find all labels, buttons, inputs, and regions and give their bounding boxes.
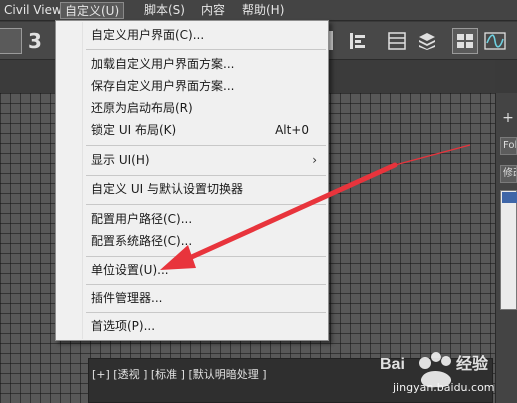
menu-separator [86, 312, 326, 313]
menu-item-save-ui-scheme[interactable]: 保存自定义用户界面方案... [57, 75, 327, 97]
menu-item-configure-system-paths[interactable]: 配置系统路径(C)... [57, 230, 327, 252]
ribbon-toggle-icon[interactable] [452, 28, 478, 54]
watermark-url: jingyan.baidu.com [393, 381, 495, 394]
menu-item-label: 单位设置(U)... [91, 263, 169, 277]
menu-scripting[interactable]: 脚本(S) [140, 2, 189, 19]
menu-item-label: 加载自定义用户界面方案... [91, 57, 235, 71]
select-tool-icon[interactable] [0, 28, 22, 54]
curve-editor-icon[interactable] [482, 28, 508, 54]
menu-item-label: 锁定 UI 布局(K) [91, 123, 177, 137]
menu-help[interactable]: 帮助(H) [238, 2, 288, 19]
menu-item-plugin-manager[interactable]: 插件管理器... [57, 287, 327, 309]
menu-separator [86, 175, 326, 176]
submenu-arrow-icon: › [312, 153, 317, 167]
menu-item-lock-ui-layout[interactable]: 锁定 UI 布局(K) Alt+0 [57, 119, 327, 141]
svg-text:Bai: Bai [380, 356, 405, 373]
menu-item-label: 显示 UI(H) [91, 153, 150, 167]
command-panel-tab-2[interactable]: 修改 [500, 165, 517, 183]
menu-item-show-ui[interactable]: 显示 UI(H) › [57, 149, 327, 171]
menu-item-customize-ui[interactable]: 自定义用户界面(C)... [57, 24, 327, 46]
menu-item-label: 保存自定义用户界面方案... [91, 79, 235, 93]
menu-item-label: 配置系统路径(C)... [91, 234, 193, 248]
menu-bar: Civil View 自定义(U) 脚本(S) 内容 帮助(H) [0, 0, 517, 21]
menu-item-units-setup[interactable]: 单位设置(U)... [57, 259, 327, 281]
menu-item-label: 还原为启动布局(R) [91, 101, 193, 115]
menu-item-shortcut: Alt+0 [275, 123, 309, 137]
menu-item-label: 配置用户路径(C)... [91, 212, 193, 226]
scene-explorer-icon[interactable] [414, 28, 440, 54]
customize-menu-dropdown: 自定义用户界面(C)... 加载自定义用户界面方案... 保存自定义用户界面方案… [55, 20, 329, 341]
menu-separator [86, 284, 326, 285]
menu-item-label: 首选项(P)... [91, 319, 156, 333]
modifier-list[interactable] [500, 190, 517, 310]
menu-item-revert-startup-layout[interactable]: 还原为启动布局(R) [57, 97, 327, 119]
menu-item-preferences[interactable]: 首选项(P)... [57, 315, 327, 337]
menu-content[interactable]: 内容 [197, 2, 229, 19]
snap-toggle-icon[interactable]: 3 [22, 28, 48, 54]
create-tab-icon[interactable]: + [500, 110, 516, 128]
viewport-label[interactable]: [+] [透视 ] [标准 ] [默认明暗处理 ] [92, 366, 267, 382]
menu-customize[interactable]: 自定义(U) [60, 2, 125, 19]
snap-toggle-label: 3 [28, 29, 42, 53]
svg-text:经验: 经验 [456, 354, 489, 373]
menu-separator [86, 204, 326, 205]
align-icon[interactable] [345, 28, 371, 54]
modifier-list-selection [502, 192, 517, 203]
command-panel-tab-1[interactable]: Fol [500, 137, 517, 155]
menu-separator [86, 145, 326, 146]
menu-separator [86, 256, 326, 257]
menu-item-configure-user-paths[interactable]: 配置用户路径(C)... [57, 208, 327, 230]
layer-manager-icon[interactable] [384, 28, 410, 54]
menu-item-label: 自定义 UI 与默认设置切换器 [91, 182, 243, 196]
menu-item-ui-defaults-switcher[interactable]: 自定义 UI 与默认设置切换器 [57, 178, 327, 200]
menu-item-label: 自定义用户界面(C)... [91, 28, 205, 42]
menu-item-load-ui-scheme[interactable]: 加载自定义用户界面方案... [57, 53, 327, 75]
menu-civil-view[interactable]: Civil View [0, 2, 66, 19]
menu-separator [86, 49, 326, 50]
menu-item-label: 插件管理器... [91, 291, 163, 305]
